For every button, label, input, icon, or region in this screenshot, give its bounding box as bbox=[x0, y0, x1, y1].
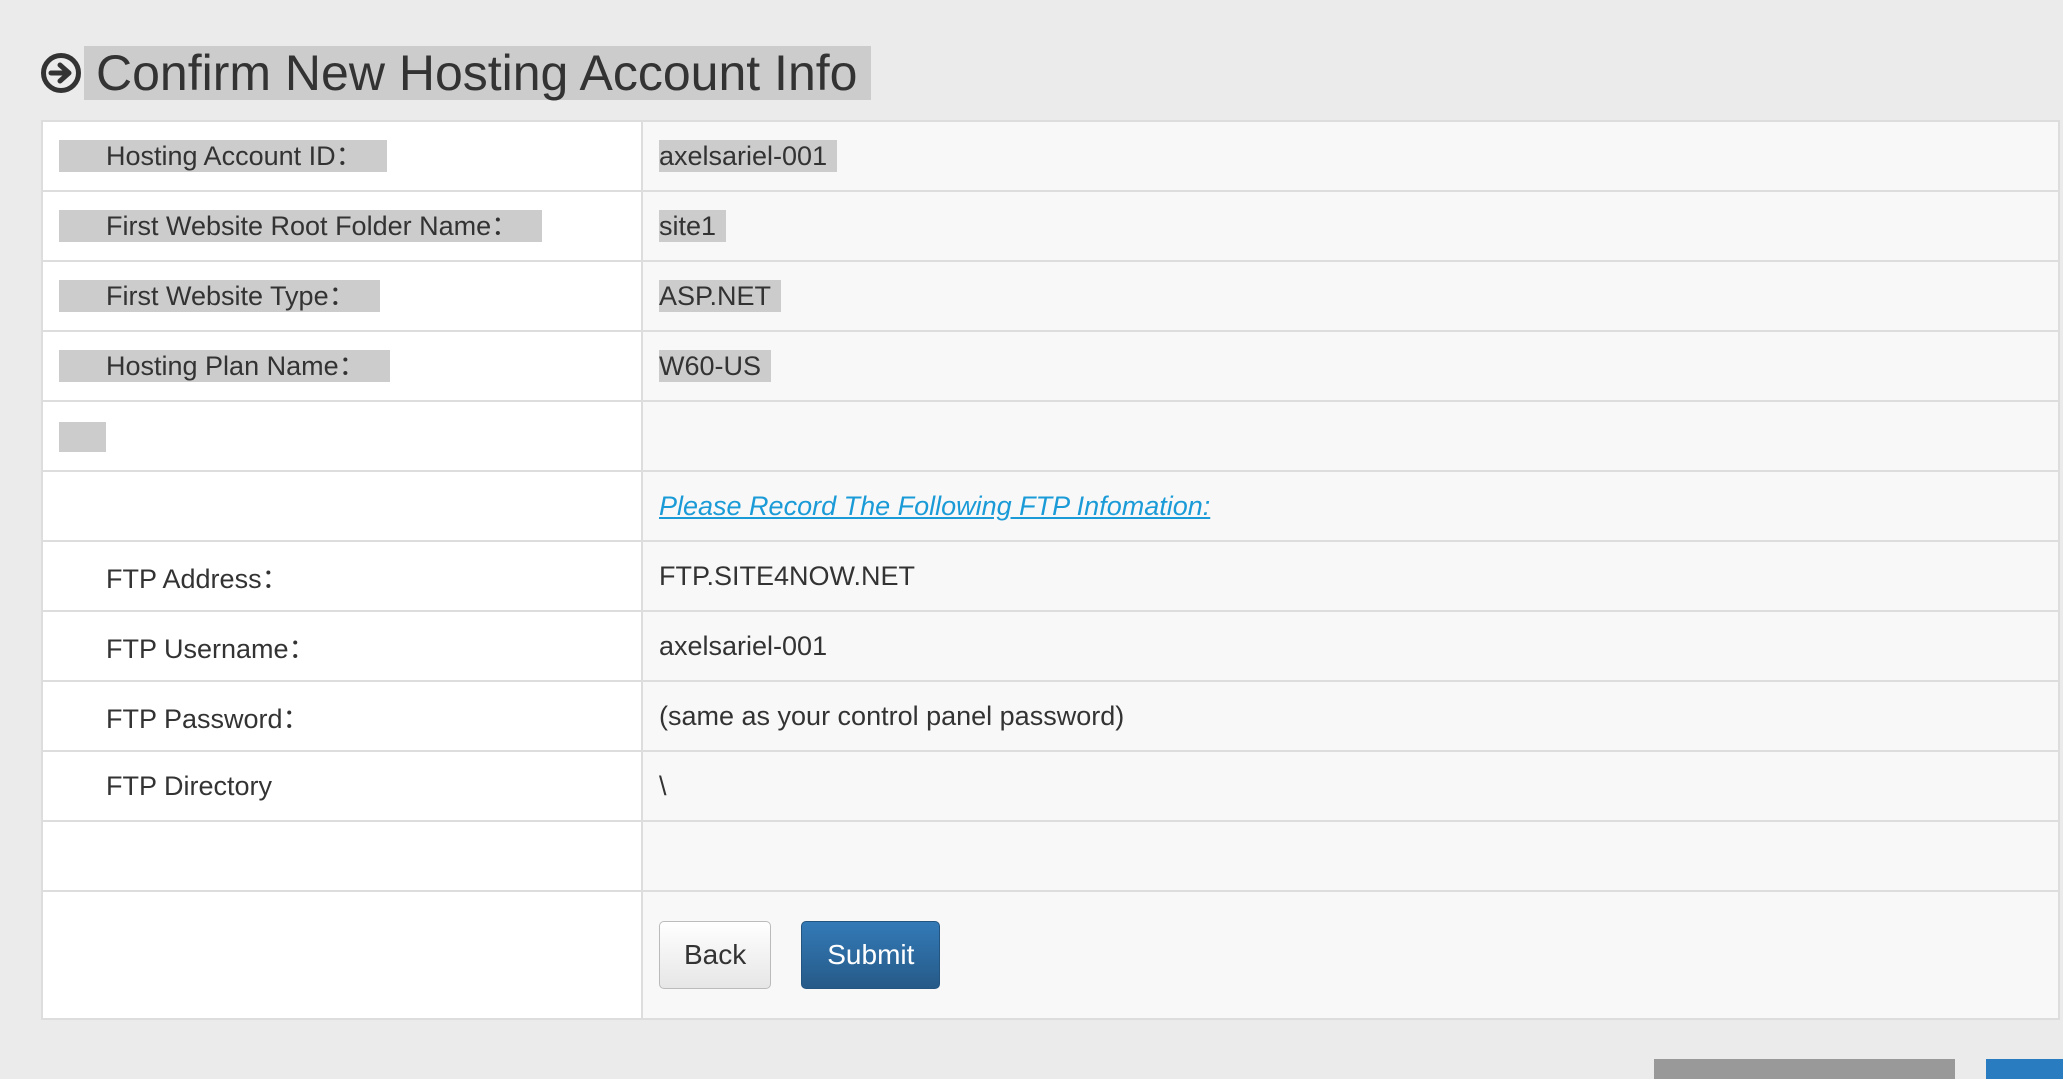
ftp-password-value: (same as your control panel password) bbox=[659, 700, 1125, 731]
hosting-plan-value: W60-US bbox=[659, 350, 772, 382]
row-label-cell: FTP Directory bbox=[41, 750, 643, 822]
row-value-cell: axelsariel-001 bbox=[641, 610, 2060, 682]
website-type-value: ASP.NET bbox=[659, 280, 782, 312]
row-label-cell bbox=[41, 820, 643, 892]
row-value-cell bbox=[641, 820, 2060, 892]
hosting-plan-label: Hosting Plan Name： bbox=[59, 350, 390, 382]
table-row: FTP Directory \ bbox=[41, 750, 2060, 822]
row-value-cell: FTP.SITE4NOW.NET bbox=[641, 540, 2060, 612]
row-value-cell: W60-US bbox=[641, 330, 2060, 402]
row-value-cell: Please Record The Following FTP Infomati… bbox=[641, 470, 2060, 542]
table-row: First Website Type： ASP.NET bbox=[41, 260, 2060, 332]
table-row bbox=[41, 820, 2060, 892]
circle-arrow-right-icon bbox=[40, 52, 82, 94]
row-value-cell: (same as your control panel password) bbox=[641, 680, 2060, 752]
actions-row: Back Submit bbox=[41, 890, 2060, 1020]
ftp-address-label: FTP Address： bbox=[106, 563, 289, 594]
table-row: FTP Username： axelsariel-001 bbox=[41, 610, 2060, 682]
hosting-account-id-label: Hosting Account ID： bbox=[59, 140, 387, 172]
row-label-cell: Hosting Plan Name： bbox=[41, 330, 643, 402]
root-folder-label: First Website Root Folder Name： bbox=[59, 210, 543, 242]
row-value-cell bbox=[641, 400, 2060, 472]
row-value-cell: axelsariel-001 bbox=[641, 120, 2060, 192]
root-folder-value: site1 bbox=[659, 210, 727, 242]
row-label-cell bbox=[41, 890, 643, 1020]
page-header: Confirm New Hosting Account Info bbox=[40, 46, 872, 100]
hosting-account-id-value: axelsariel-001 bbox=[659, 140, 838, 172]
row-value-cell: Back Submit bbox=[641, 890, 2060, 1020]
row-value-cell: ASP.NET bbox=[641, 260, 2060, 332]
row-label-cell: First Website Type： bbox=[41, 260, 643, 332]
ftp-info-notice-link[interactable]: Please Record The Following FTP Infomati… bbox=[659, 491, 1210, 521]
row-value-cell: \ bbox=[641, 750, 2060, 822]
table-row: First Website Root Folder Name： site1 bbox=[41, 190, 2060, 262]
empty-highlight-label bbox=[59, 421, 106, 452]
bottom-blue-bar bbox=[1986, 1059, 2063, 1079]
row-label-cell: Hosting Account ID： bbox=[41, 120, 643, 192]
table-row: FTP Address： FTP.SITE4NOW.NET bbox=[41, 540, 2060, 612]
row-label-cell: FTP Username： bbox=[41, 610, 643, 682]
bottom-gray-bar bbox=[1654, 1059, 1955, 1079]
table-row bbox=[41, 400, 2060, 472]
row-label-cell: FTP Address： bbox=[41, 540, 643, 612]
row-label-cell: First Website Root Folder Name： bbox=[41, 190, 643, 262]
back-button[interactable]: Back bbox=[659, 921, 772, 989]
ftp-username-value: axelsariel-001 bbox=[659, 630, 828, 661]
row-label-cell: FTP Password： bbox=[41, 680, 643, 752]
table-row: FTP Password： (same as your control pane… bbox=[41, 680, 2060, 752]
ftp-username-label: FTP Username： bbox=[106, 633, 316, 664]
row-label-cell bbox=[41, 470, 643, 542]
account-info-table: Hosting Account ID： axelsariel-001 First… bbox=[41, 120, 2060, 1020]
ftp-address-value: FTP.SITE4NOW.NET bbox=[659, 560, 916, 591]
row-label-cell bbox=[41, 400, 643, 472]
submit-button[interactable]: Submit bbox=[801, 921, 941, 989]
table-row: Hosting Account ID： axelsariel-001 bbox=[41, 120, 2060, 192]
page-title: Confirm New Hosting Account Info bbox=[84, 46, 872, 100]
row-value-cell: site1 bbox=[641, 190, 2060, 262]
ftp-password-label: FTP Password： bbox=[106, 703, 310, 734]
table-row: Please Record The Following FTP Infomati… bbox=[41, 470, 2060, 542]
ftp-directory-label: FTP Directory bbox=[106, 770, 273, 801]
page: Confirm New Hosting Account Info Hosting… bbox=[0, 0, 2063, 1079]
ftp-directory-value: \ bbox=[659, 770, 667, 801]
website-type-label: First Website Type： bbox=[59, 280, 380, 312]
table-row: Hosting Plan Name： W60-US bbox=[41, 330, 2060, 402]
